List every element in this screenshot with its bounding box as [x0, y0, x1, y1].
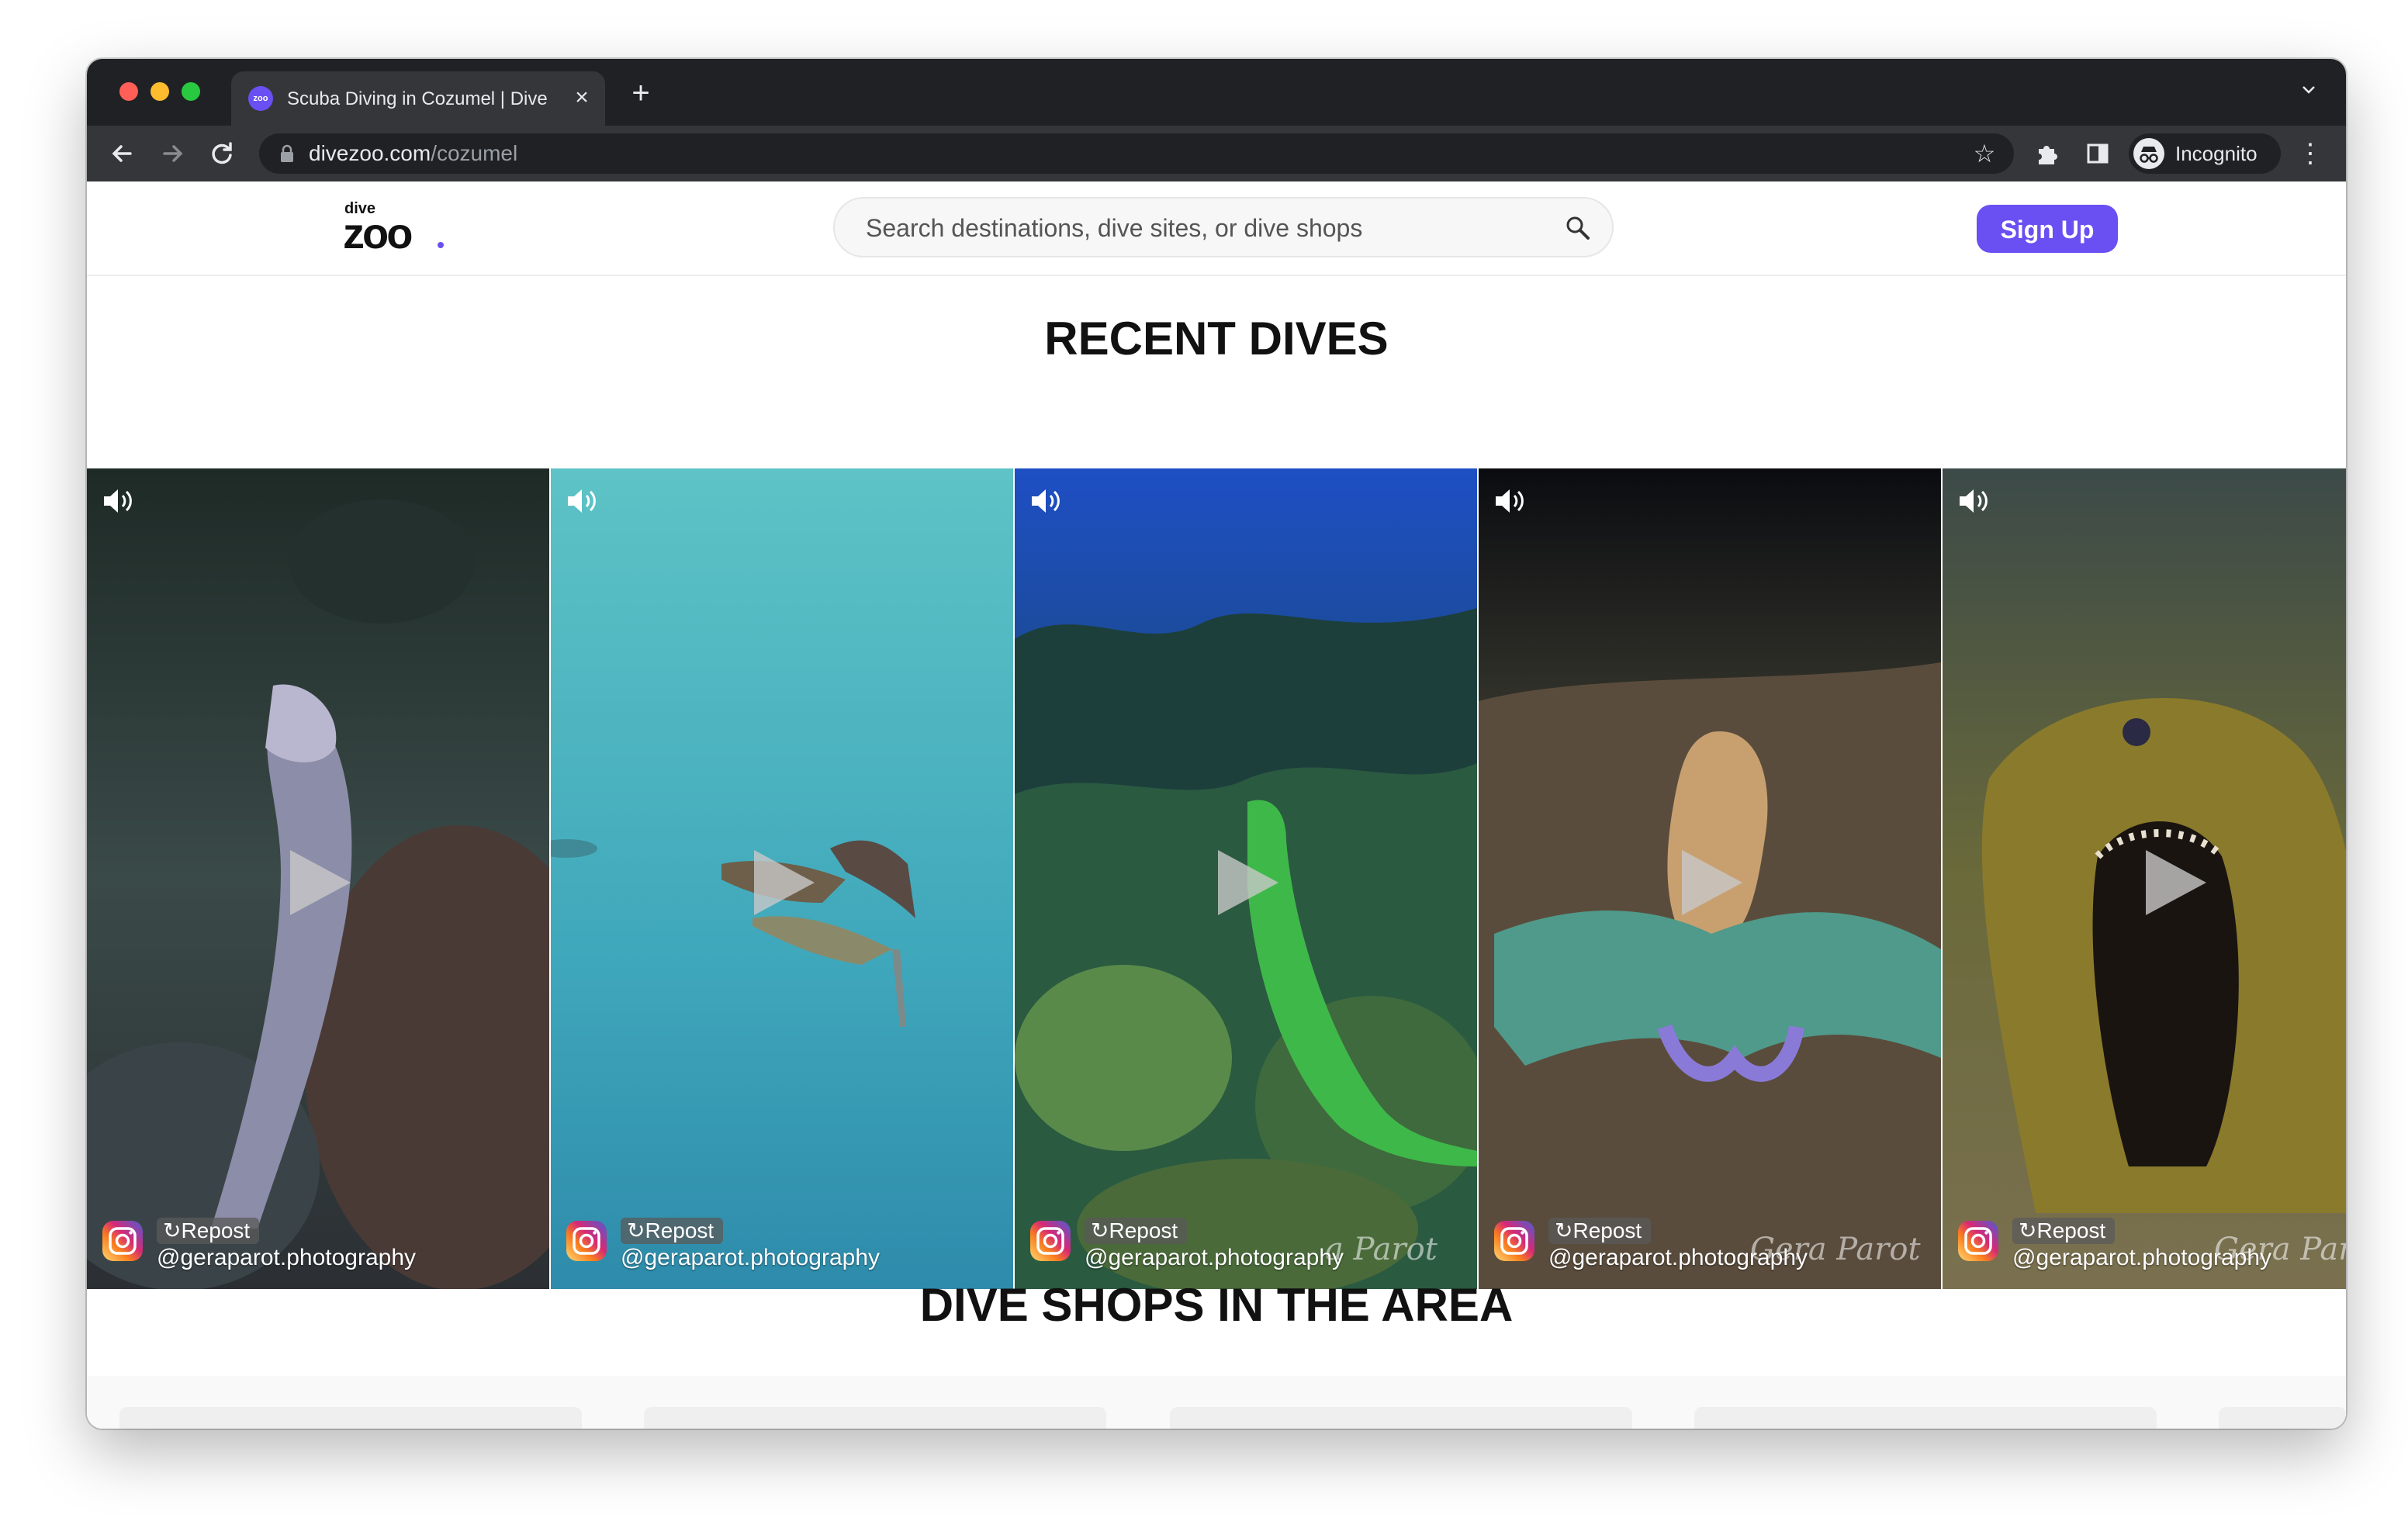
video-card[interactable]: ↻Repost @geraparot.photography: [87, 468, 549, 1289]
shop-card[interactable]: [2219, 1407, 2346, 1429]
volume-icon[interactable]: [1956, 486, 1991, 517]
author-handle[interactable]: @geraparot.photography: [1548, 1244, 1808, 1272]
play-icon[interactable]: [1671, 844, 1749, 921]
search-icon[interactable]: [1564, 214, 1592, 242]
tab-title: Scuba Diving in Cozumel | Dive: [287, 88, 548, 109]
reload-icon[interactable]: [205, 137, 239, 171]
close-window-button[interactable]: [119, 82, 138, 101]
shop-card[interactable]: [1694, 1407, 2157, 1429]
url-host: divezoo.com: [309, 141, 431, 165]
sign-up-button[interactable]: Sign Up: [1977, 205, 2118, 253]
shop-card[interactable]: [1170, 1407, 1632, 1429]
tab-search-chevron-icon[interactable]: [2295, 79, 2323, 107]
repost-badge: ↻Repost: [621, 1218, 724, 1244]
shop-card[interactable]: [119, 1407, 582, 1429]
repost-badge: ↻Repost: [157, 1218, 260, 1244]
incognito-label: Incognito: [2175, 142, 2258, 165]
volume-icon[interactable]: [1493, 486, 1527, 517]
minimize-window-button[interactable]: [150, 82, 169, 101]
incognito-profile-button[interactable]: Incognito: [2129, 133, 2281, 174]
play-icon[interactable]: [743, 844, 821, 921]
new-tab-icon[interactable]: +: [625, 78, 656, 110]
instagram-icon[interactable]: [1956, 1219, 2000, 1263]
logo-main-text: zoo: [343, 209, 413, 257]
dive-shops-heading: DIVE SHOPS IN THE AREA: [919, 1279, 1514, 1331]
play-icon[interactable]: [2135, 844, 2213, 921]
instagram-icon[interactable]: [1493, 1219, 1536, 1263]
lock-icon: [281, 144, 293, 162]
recent-dives-heading: RECENT DIVES: [1044, 313, 1389, 365]
tab-strip: zoo Scuba Diving in Cozumel | Dive × +: [87, 59, 2346, 126]
play-icon[interactable]: [279, 844, 357, 921]
url-text[interactable]: divezoo.com/cozumel: [309, 141, 517, 166]
instagram-icon[interactable]: [565, 1219, 608, 1263]
extensions-puzzle-icon[interactable]: [2029, 137, 2064, 171]
divezoo-logo[interactable]: dive zoo: [343, 200, 452, 257]
site-header: dive zoo Sign Up: [87, 181, 2346, 276]
close-tab-icon[interactable]: ×: [569, 85, 594, 110]
browser-toolbar: divezoo.com/cozumel ☆ Incognito ⋮: [87, 126, 2346, 181]
active-tab[interactable]: zoo Scuba Diving in Cozumel | Dive ×: [231, 71, 605, 126]
instagram-icon[interactable]: [101, 1219, 144, 1263]
logo-dot: [438, 242, 444, 248]
video-card[interactable]: ↻Repost @geraparot.photography: [551, 468, 1013, 1289]
bookmark-star-icon[interactable]: ☆: [1970, 140, 1998, 168]
repost-badge: ↻Repost: [2012, 1218, 2116, 1244]
search-bar[interactable]: [833, 197, 1614, 257]
url-path: /cozumel: [431, 141, 518, 165]
maximize-window-button[interactable]: [182, 82, 200, 101]
browser-window: zoo Scuba Diving in Cozumel | Dive × + d…: [87, 59, 2346, 1429]
author-handle[interactable]: @geraparot.photography: [1085, 1244, 1344, 1272]
search-input[interactable]: [866, 213, 1533, 244]
instagram-icon[interactable]: [1029, 1219, 1072, 1263]
volume-icon[interactable]: [101, 486, 135, 517]
page-content: dive zoo Sign Up RECENT DIVES: [87, 181, 2346, 1429]
shop-card[interactable]: [644, 1407, 1106, 1429]
volume-icon[interactable]: [565, 486, 599, 517]
video-card[interactable]: a Parot ↻Repost @geraparot.photography: [1015, 468, 1477, 1289]
volume-icon[interactable]: [1029, 486, 1063, 517]
repost-badge: ↻Repost: [1548, 1218, 1652, 1244]
author-handle[interactable]: @geraparot.photography: [621, 1244, 880, 1272]
author-handle[interactable]: @geraparot.photography: [2012, 1244, 2271, 1272]
video-card[interactable]: Gera Parot ↻Repost @geraparot.photograph…: [1943, 468, 2346, 1289]
video-card[interactable]: Gera Parot ↻Repost @geraparot.photograph…: [1479, 468, 1941, 1289]
side-panel-icon[interactable]: [2081, 137, 2115, 171]
browser-menu-icon[interactable]: ⋮: [2293, 137, 2327, 171]
recent-dives-carousel[interactable]: ↻Repost @geraparot.photography ↻Repost @…: [87, 468, 2346, 1289]
forward-arrow-icon[interactable]: [155, 137, 189, 171]
back-arrow-icon[interactable]: [106, 137, 140, 171]
play-icon[interactable]: [1207, 844, 1285, 921]
incognito-avatar-icon: [2133, 138, 2164, 169]
author-handle[interactable]: @geraparot.photography: [157, 1244, 416, 1272]
favicon-icon: zoo: [248, 86, 273, 111]
dive-shops-list: [87, 1376, 2346, 1429]
repost-badge: ↻Repost: [1085, 1218, 1188, 1244]
address-bar[interactable]: divezoo.com/cozumel ☆: [259, 133, 2014, 174]
